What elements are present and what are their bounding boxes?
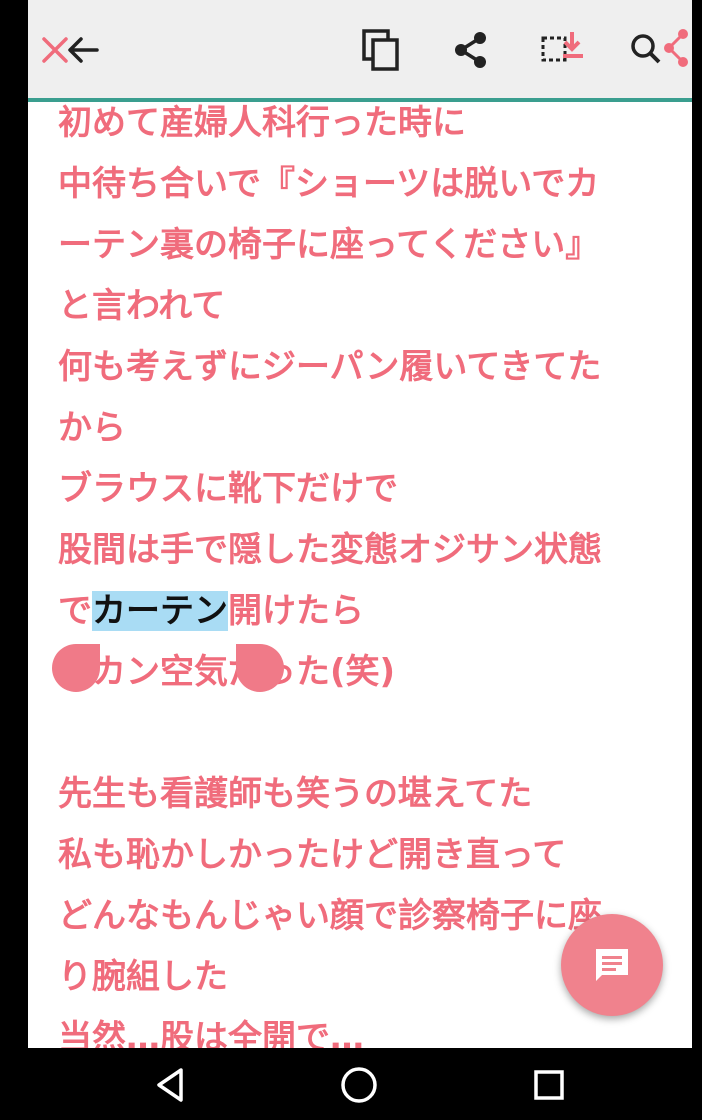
app-screen: 初めて産婦人科行った時に 中待ち合いで『ショーツは脱いでカ ーテン裏の椅子に座っ… <box>28 0 692 1048</box>
text-line: ポカン空気だった(笑) <box>58 652 396 692</box>
recents-square-icon[interactable] <box>526 1062 572 1108</box>
text-after-selection: 開けたら <box>228 591 364 631</box>
text-line: 中待ち合いで『ショーツは脱いでカ <box>58 164 600 204</box>
text-line: ブラウスに靴下だけで <box>58 469 398 509</box>
search-share-icon[interactable] <box>626 25 692 75</box>
share-icon[interactable] <box>446 25 496 75</box>
post-body-text[interactable]: 初めて産婦人科行った時に 中待ち合いで『ショーツは脱いでカ ーテン裏の椅子に座っ… <box>58 93 678 1048</box>
copy-icon[interactable] <box>356 25 406 75</box>
text-line: 先生も看護師も笑うの堪えてた <box>58 774 533 814</box>
comment-button[interactable] <box>561 914 663 1016</box>
selected-text[interactable]: カーテン <box>92 591 228 631</box>
text-line: 当然…股は全開で… <box>58 1018 364 1048</box>
text-line-with-selection: でカーテン開けたら <box>58 581 678 642</box>
text-line: ーテン裏の椅子に座ってください』 <box>58 225 600 265</box>
selection-toolbar <box>28 0 692 98</box>
text-line: 何も考えずにジーパン履いてきてた <box>58 347 602 387</box>
back-triangle-icon[interactable] <box>148 1062 194 1108</box>
home-circle-icon[interactable] <box>336 1062 382 1108</box>
selection-start-handle[interactable] <box>52 644 100 692</box>
text-line: 初めて産婦人科行った時に <box>58 103 466 143</box>
text-line: 私も恥かしかったけど開き直って <box>58 835 567 875</box>
text-line: と言われて <box>58 286 226 326</box>
text-line: から <box>58 408 126 448</box>
save-selection-icon[interactable] <box>538 25 588 75</box>
comment-icon <box>596 949 628 981</box>
text-before-selection: で <box>58 591 92 631</box>
system-nav-bar <box>0 1048 702 1120</box>
text-line: 股間は手で隠した変態オジサン状態 <box>58 530 602 570</box>
back-arrow-icon[interactable] <box>58 25 108 75</box>
selection-end-handle[interactable] <box>236 644 284 692</box>
